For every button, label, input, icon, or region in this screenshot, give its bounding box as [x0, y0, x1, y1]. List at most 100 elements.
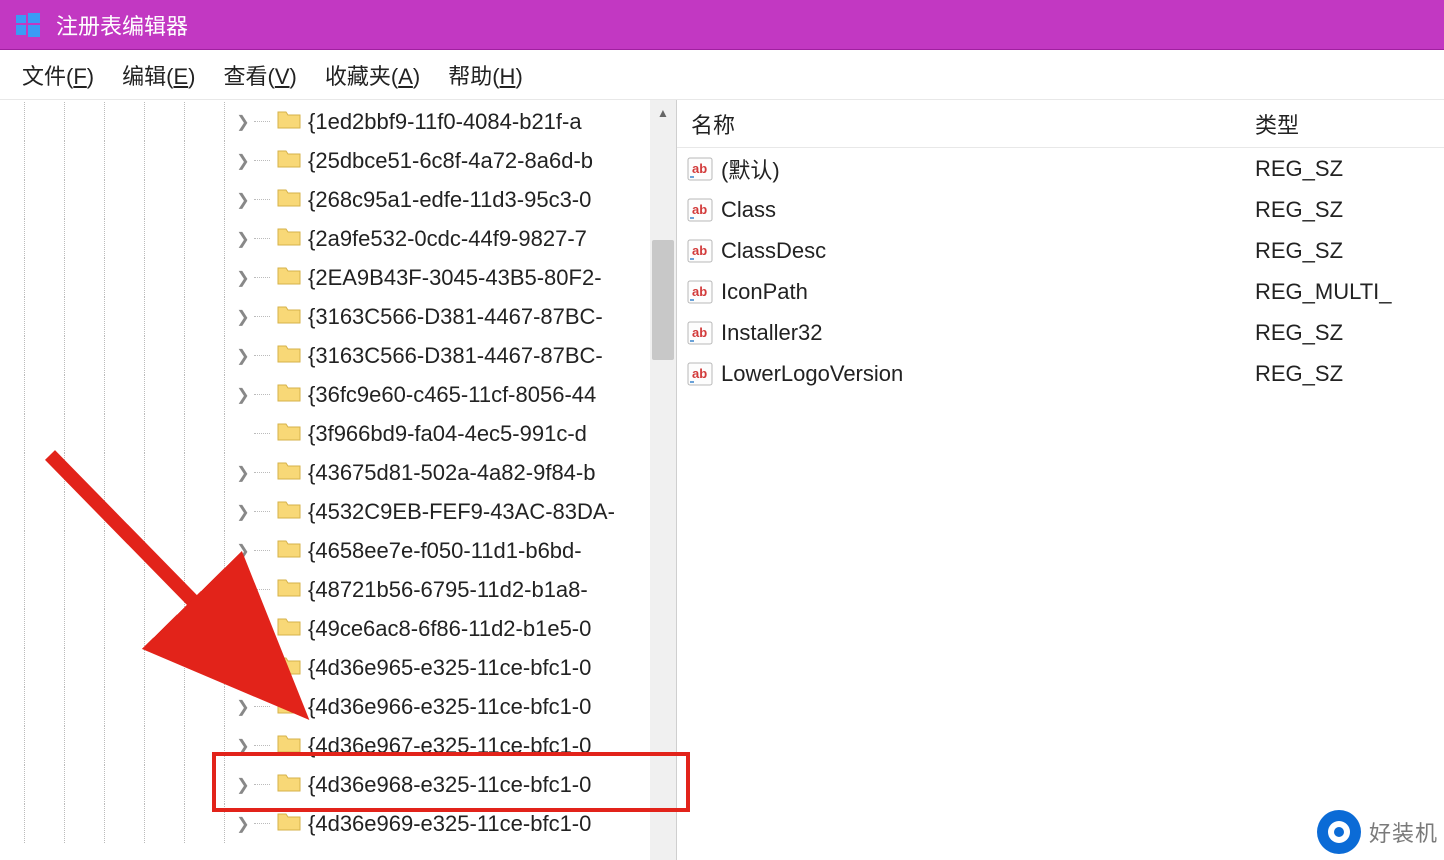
tree-item-label: {3f966bd9-fa04-4ec5-991c-d — [308, 421, 587, 447]
scroll-up-icon[interactable]: ▲ — [650, 100, 676, 126]
tree-scrollbar[interactable]: ▲ — [650, 100, 676, 860]
svg-text:ab: ab — [692, 202, 707, 217]
value-type: REG_MULTI_ — [1241, 279, 1444, 305]
svg-text:ab: ab — [692, 284, 707, 299]
menu-favorites[interactable]: 收藏夹(A) — [311, 53, 434, 97]
watermark-text: 好装机 — [1369, 816, 1438, 848]
folder-icon — [272, 420, 308, 447]
tree-item[interactable]: ❯{4d36e968-e325-11ce-bfc1-0 — [0, 765, 676, 804]
tree-item-label: {4d36e967-e325-11ce-bfc1-0 — [308, 733, 591, 759]
value-name: (默认) — [721, 153, 1241, 185]
folder-icon — [272, 186, 308, 213]
value-row[interactable]: ab ClassDescREG_SZ — [677, 230, 1444, 271]
value-type: REG_SZ — [1241, 320, 1444, 346]
string-value-icon: ab — [687, 280, 713, 304]
value-name: IconPath — [721, 279, 1241, 305]
tree-item[interactable]: ❯{268c95a1-edfe-11d3-95c3-0 — [0, 180, 676, 219]
tree-item-label: {1ed2bbf9-11f0-4084-b21f-a — [308, 109, 582, 135]
tree-item-label: {4d36e965-e325-11ce-bfc1-0 — [308, 655, 591, 681]
string-value-icon: ab — [687, 239, 713, 263]
tree-item-label: {25dbce51-6c8f-4a72-8a6d-b — [308, 148, 593, 174]
folder-icon — [272, 342, 308, 369]
column-name-header[interactable]: 名称 — [677, 108, 1241, 140]
svg-text:ab: ab — [692, 325, 707, 340]
scroll-thumb[interactable] — [652, 240, 674, 360]
tree-item-label: {43675d81-502a-4a82-9f84-b — [308, 460, 595, 486]
tree-item-label: {3163C566-D381-4467-87BC- — [308, 343, 603, 369]
menu-edit[interactable]: 编辑(E) — [108, 53, 209, 97]
value-name: ClassDesc — [721, 238, 1241, 264]
tree-item-label: {48721b56-6795-11d2-b1a8- — [308, 577, 588, 603]
folder-icon — [272, 537, 308, 564]
tree-item[interactable]: ❯{4d36e969-e325-11ce-bfc1-0 — [0, 804, 676, 843]
watermark-logo-icon — [1317, 810, 1361, 854]
menu-help[interactable]: 帮助(H) — [434, 53, 537, 97]
svg-text:ab: ab — [692, 243, 707, 258]
tree-item-label: {268c95a1-edfe-11d3-95c3-0 — [308, 187, 591, 213]
value-type: REG_SZ — [1241, 156, 1444, 182]
string-value-icon: ab — [687, 362, 713, 386]
tree-item-label: {4d36e968-e325-11ce-bfc1-0 — [308, 772, 591, 798]
tree-item-label: {36fc9e60-c465-11cf-8056-44 — [308, 382, 596, 408]
tree-item[interactable]: ❯{36fc9e60-c465-11cf-8056-44 — [0, 375, 676, 414]
folder-icon — [272, 147, 308, 174]
tree-item[interactable]: ❯{4d36e966-e325-11ce-bfc1-0 — [0, 687, 676, 726]
tree-item[interactable]: ❯{4658ee7e-f050-11d1-b6bd- — [0, 531, 676, 570]
values-panel: 名称 类型 ab(默认)REG_SZabClassREG_SZabClassDe… — [677, 100, 1444, 860]
folder-icon — [272, 264, 308, 291]
value-type: REG_SZ — [1241, 197, 1444, 223]
string-value-icon: ab — [687, 157, 713, 181]
tree-item-label: {4d36e966-e325-11ce-bfc1-0 — [308, 694, 591, 720]
tree-item[interactable]: ❯{4d36e967-e325-11ce-bfc1-0 — [0, 726, 676, 765]
folder-icon — [272, 615, 308, 642]
value-name: LowerLogoVersion — [721, 361, 1241, 387]
tree-item-label: {4658ee7e-f050-11d1-b6bd- — [308, 538, 582, 564]
folder-icon — [272, 771, 308, 798]
svg-text:ab: ab — [692, 366, 707, 381]
menu-view[interactable]: 查看(V) — [209, 53, 310, 97]
values-header: 名称 类型 — [677, 100, 1444, 148]
tree-item[interactable]: {3f966bd9-fa04-4ec5-991c-d — [0, 414, 676, 453]
tree-item-label: {3163C566-D381-4467-87BC- — [308, 304, 603, 330]
tree-item[interactable]: ❯{3163C566-D381-4467-87BC- — [0, 297, 676, 336]
string-value-icon: ab — [687, 198, 713, 222]
tree-item-label: {4d36e969-e325-11ce-bfc1-0 — [308, 811, 591, 837]
value-row[interactable]: ab ClassREG_SZ — [677, 189, 1444, 230]
folder-icon — [272, 693, 308, 720]
app-icon — [14, 11, 42, 39]
tree-item[interactable]: ❯{2a9fe532-0cdc-44f9-9827-7 — [0, 219, 676, 258]
tree-item[interactable]: ❯{3163C566-D381-4467-87BC- — [0, 336, 676, 375]
folder-icon — [272, 810, 308, 837]
tree-item[interactable]: ❯{4532C9EB-FEF9-43AC-83DA- — [0, 492, 676, 531]
tree-item-label: {2a9fe532-0cdc-44f9-9827-7 — [308, 226, 587, 252]
folder-icon — [272, 381, 308, 408]
value-row[interactable]: ab IconPathREG_MULTI_ — [677, 271, 1444, 312]
menu-file[interactable]: 文件(F) — [8, 53, 108, 97]
tree-item-label: {2EA9B43F-3045-43B5-80F2- — [308, 265, 602, 291]
column-type-header[interactable]: 类型 — [1241, 108, 1444, 140]
value-type: REG_SZ — [1241, 238, 1444, 264]
tree-item[interactable]: ❯{2EA9B43F-3045-43B5-80F2- — [0, 258, 676, 297]
window-title: 注册表编辑器 — [56, 9, 188, 41]
value-name: Installer32 — [721, 320, 1241, 346]
tree-item[interactable]: ❯{49ce6ac8-6f86-11d2-b1e5-0 — [0, 609, 676, 648]
folder-icon — [272, 303, 308, 330]
content-area: ❯{1ed2bbf9-11f0-4084-b21f-a❯{25dbce51-6c… — [0, 100, 1444, 860]
folder-icon — [272, 576, 308, 603]
tree-item-label: {49ce6ac8-6f86-11d2-b1e5-0 — [308, 616, 591, 642]
tree-item[interactable]: ❯{25dbce51-6c8f-4a72-8a6d-b — [0, 141, 676, 180]
menubar: 文件(F) 编辑(E) 查看(V) 收藏夹(A) 帮助(H) — [0, 50, 1444, 100]
tree-item[interactable]: ❯{48721b56-6795-11d2-b1a8- — [0, 570, 676, 609]
value-row[interactable]: ab Installer32REG_SZ — [677, 312, 1444, 353]
svg-text:ab: ab — [692, 161, 707, 176]
string-value-icon: ab — [687, 321, 713, 345]
tree-item[interactable]: ❯{4d36e965-e325-11ce-bfc1-0 — [0, 648, 676, 687]
tree-item[interactable]: ❯{1ed2bbf9-11f0-4084-b21f-a — [0, 102, 676, 141]
value-type: REG_SZ — [1241, 361, 1444, 387]
value-row[interactable]: ab LowerLogoVersionREG_SZ — [677, 353, 1444, 394]
value-name: Class — [721, 197, 1241, 223]
folder-icon — [272, 654, 308, 681]
tree-item[interactable]: ❯{43675d81-502a-4a82-9f84-b — [0, 453, 676, 492]
value-row[interactable]: ab (默认)REG_SZ — [677, 148, 1444, 189]
titlebar: 注册表编辑器 — [0, 0, 1444, 50]
